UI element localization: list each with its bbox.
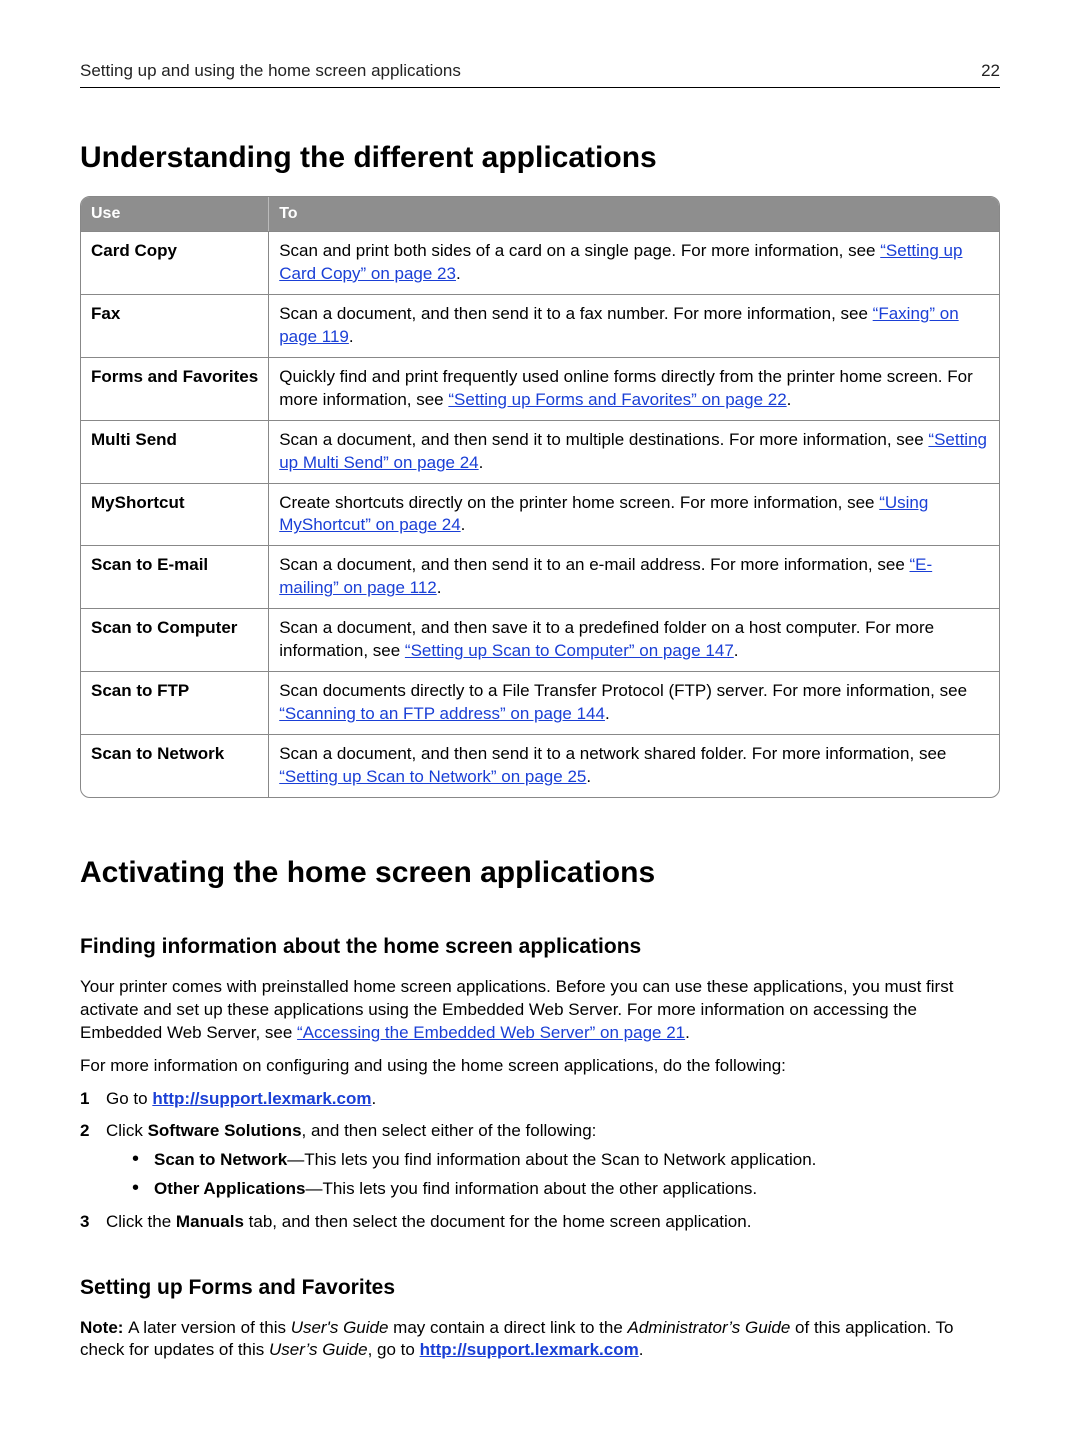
app-desc-pre: Scan a document, and then send it to a n… — [279, 744, 946, 763]
apps-table: Use To Card Copy Scan and print both side… — [80, 196, 1000, 797]
app-desc-post: . — [605, 704, 610, 723]
app-desc-pre: Scan a document, and then send it to a f… — [279, 304, 872, 323]
app-desc-pre: Scan documents directly to a File Transf… — [279, 681, 967, 700]
app-desc-link[interactable]: “Setting up Forms and Favorites” on page… — [448, 390, 786, 409]
step-1-pre: Go to — [106, 1089, 152, 1108]
app-desc-cell: Scan a document, and then send it to mul… — [269, 420, 999, 483]
step-1-post: . — [371, 1089, 376, 1108]
app-desc-pre: Create shortcuts directly on the printer… — [279, 493, 879, 512]
note-i1: User's Guide — [291, 1318, 389, 1337]
app-name-cell: MyShortcut — [81, 483, 269, 546]
step-1-number: 1 — [80, 1088, 89, 1111]
app-name-cell: Multi Send — [81, 420, 269, 483]
bullet-b-post: —This lets you find information about th… — [305, 1179, 757, 1198]
step-3-pre: Click the — [106, 1212, 176, 1231]
note-lead: Note: — [80, 1318, 128, 1337]
app-desc-post: . — [586, 767, 591, 786]
app-desc-link[interactable]: “Scanning to an FTP address” on page 144 — [279, 704, 605, 723]
app-desc-post: . — [787, 390, 792, 409]
heading-finding-info: Finding information about the home scree… — [80, 933, 1000, 961]
app-name-cell: Forms and Favorites — [81, 357, 269, 420]
note-i2: Administrator’s Guide — [628, 1318, 791, 1337]
step-2-number: 2 — [80, 1120, 89, 1143]
table-row: Scan to ComputerScan a document, and the… — [81, 608, 999, 671]
app-name-cell: Fax — [81, 294, 269, 357]
heading-setting-up-forms: Setting up Forms and Favorites — [80, 1274, 1000, 1302]
th-to: To — [269, 197, 999, 231]
app-desc-pre: Scan a document, and then send it to an … — [279, 555, 909, 574]
note-t4: , go to — [368, 1340, 420, 1359]
link-support-lexmark-1[interactable]: http://support.lexmark.com — [152, 1089, 371, 1108]
app-desc-post: . — [437, 578, 442, 597]
table-row: Forms and FavoritesQuickly find and prin… — [81, 357, 999, 420]
note-t1: A later version of this — [128, 1318, 291, 1337]
link-support-lexmark-2[interactable]: http://support.lexmark.com — [420, 1340, 639, 1359]
app-desc-post: . — [461, 515, 466, 534]
app-name-cell: Scan to FTP — [81, 671, 269, 734]
app-name-cell: Card Copy — [81, 231, 269, 294]
step-2-bullets: Scan to Network—This lets you find infor… — [132, 1149, 1000, 1201]
app-desc-cell: Scan documents directly to a File Transf… — [269, 671, 999, 734]
step-3-bold: Manuals — [176, 1212, 244, 1231]
app-desc-cell: Scan a document, and then send it to a n… — [269, 734, 999, 797]
table-row: Scan to Network Scan a document, and then… — [81, 734, 999, 797]
app-desc-cell: Scan a document, and then send it to an … — [269, 545, 999, 608]
steps-list: 1 Go to http://support.lexmark.com. 2 Cl… — [80, 1088, 1000, 1235]
app-desc-cell: Create shortcuts directly on the printer… — [269, 483, 999, 546]
app-name-cell: Scan to Network — [81, 734, 269, 797]
app-desc-post: . — [734, 641, 739, 660]
step-1: 1 Go to http://support.lexmark.com. — [80, 1088, 1000, 1111]
forms-note: Note: A later version of this User's Gui… — [80, 1317, 1000, 1363]
table-row: Multi Send Scan a document, and then send… — [81, 420, 999, 483]
step-3-number: 3 — [80, 1211, 89, 1234]
step-2-post: , and then select either of the followin… — [302, 1121, 597, 1140]
app-desc-post: . — [349, 327, 354, 346]
page: Setting up and using the home screen app… — [0, 0, 1080, 1452]
heading-understanding: Understanding the different applications — [80, 138, 1000, 179]
finding-post: . — [685, 1023, 690, 1042]
section-title: Setting up and using the home screen app… — [80, 60, 461, 83]
app-desc-cell: Quickly find and print frequently used o… — [269, 357, 999, 420]
page-number: 22 — [981, 60, 1000, 83]
app-desc-link[interactable]: “Setting up Scan to Network” on page 25 — [279, 767, 586, 786]
app-name-cell: Scan to Computer — [81, 608, 269, 671]
app-desc-cell: Scan a document, and then send it to a f… — [269, 294, 999, 357]
step-2: 2 Click Software Solutions, and then sel… — [80, 1120, 1000, 1201]
step-3-post: tab, and then select the document for th… — [244, 1212, 752, 1231]
bullet-a-post: —This lets you find information about th… — [287, 1150, 816, 1169]
finding-paragraph: Your printer comes with preinstalled hom… — [80, 976, 1000, 1045]
bullet-b-bold: Other Applications — [154, 1179, 305, 1198]
table-row: Scan to E-mail Scan a document, and then … — [81, 545, 999, 608]
bullet-a-bold: Scan to Network — [154, 1150, 287, 1169]
table-row: Scan to FTP Scan documents directly to a … — [81, 671, 999, 734]
table-row: Fax Scan a document, and then send it to … — [81, 294, 999, 357]
app-name-cell: Scan to E-mail — [81, 545, 269, 608]
link-accessing-ews[interactable]: “Accessing the Embedded Web Server” on p… — [297, 1023, 685, 1042]
note-t5: . — [639, 1340, 644, 1359]
step-3: 3 Click the Manuals tab, and then select… — [80, 1211, 1000, 1234]
app-desc-post: . — [479, 453, 484, 472]
table-row: Card Copy Scan and print both sides of a … — [81, 231, 999, 294]
note-t2: may contain a direct link to the — [388, 1318, 627, 1337]
app-desc-link[interactable]: “Setting up Scan to Computer” on page 14… — [405, 641, 734, 660]
app-desc-cell: Scan and print both sides of a card on a… — [269, 231, 999, 294]
step-2-bold: Software Solutions — [148, 1121, 302, 1140]
app-desc-cell: Scan a document, and then save it to a p… — [269, 608, 999, 671]
heading-activating: Activating the home screen applications — [80, 853, 1000, 894]
bullet-other-applications: Other Applications—This lets you find in… — [132, 1178, 1000, 1201]
bullet-scan-to-network: Scan to Network—This lets you find infor… — [132, 1149, 1000, 1172]
running-header: Setting up and using the home screen app… — [80, 60, 1000, 88]
note-i3: User’s Guide — [269, 1340, 368, 1359]
app-desc-post: . — [456, 264, 461, 283]
step-2-pre: Click — [106, 1121, 148, 1140]
app-desc-pre: Scan a document, and then send it to mul… — [279, 430, 928, 449]
more-info-paragraph: For more information on configuring and … — [80, 1055, 1000, 1078]
app-desc-pre: Scan and print both sides of a card on a… — [279, 241, 880, 260]
th-use: Use — [81, 197, 269, 231]
table-row: MyShortcut Create shortcuts directly on t… — [81, 483, 999, 546]
